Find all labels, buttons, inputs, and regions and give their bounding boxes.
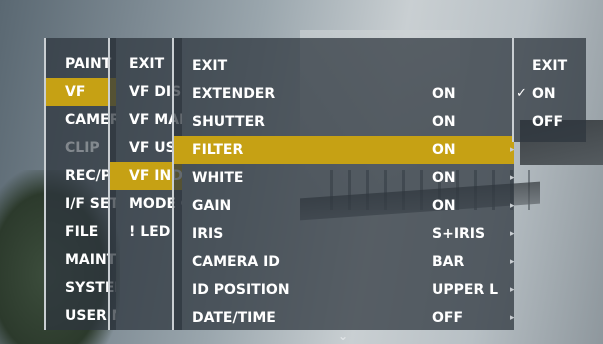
vf-submenu-panel: EXIT VF DISPLAY VF MARKER VF USER VF IND… <box>108 38 182 330</box>
indicator-label: FILTER <box>192 142 244 158</box>
main-menu-label: PAINT <box>65 56 112 72</box>
indicator-item-gain[interactable]: GAIN ON ▸ <box>174 192 514 220</box>
indicator-value: OFF <box>432 310 464 326</box>
main-menu-label: CLIP <box>65 140 100 156</box>
main-menu-item-file[interactable]: FILE <box>46 218 116 246</box>
indicator-label: EXTENDER <box>192 86 276 102</box>
indicator-item-id-position[interactable]: ID POSITION UPPER L ▸ <box>174 276 514 304</box>
indicator-item-extender[interactable]: EXTENDER ON <box>174 80 514 108</box>
submenu-arrow-icon: ▸ <box>510 220 514 248</box>
indicator-item-iris[interactable]: IRIS S+IRIS ▸ <box>174 220 514 248</box>
filter-options-panel: EXIT ✓ ON OFF <box>512 38 586 142</box>
indicator-label: CAMERA ID <box>192 254 280 270</box>
main-menu-item-system[interactable]: SYSTEM <box>46 274 116 302</box>
indicator-item-date-time[interactable]: DATE/TIME OFF ▸ <box>174 304 514 330</box>
check-icon: ✓ <box>516 86 527 101</box>
indicator-value: ON <box>432 198 456 214</box>
option-off[interactable]: OFF <box>514 108 586 136</box>
vf-submenu-label: EXIT <box>129 56 165 72</box>
indicator-item-exit[interactable]: EXIT <box>174 52 514 80</box>
indicator-item-filter[interactable]: FILTER ON ▸ <box>174 136 514 164</box>
main-menu-item-maintenance[interactable]: MAINTENANCE <box>46 246 116 274</box>
indicator-value: ON <box>432 170 456 186</box>
vf-submenu-label: ! LED <box>129 224 171 240</box>
main-menu-item-paint[interactable]: PAINT <box>46 50 116 78</box>
indicator-value: UPPER L <box>432 282 499 298</box>
indicator-item-white[interactable]: WHITE ON ▸ <box>174 164 514 192</box>
main-menu-item-clip: CLIP <box>46 134 116 162</box>
indicator-label: ID POSITION <box>192 282 290 298</box>
indicator-label: DATE/TIME <box>192 310 276 326</box>
submenu-arrow-icon: ▸ <box>510 192 514 220</box>
indicator-item-shutter[interactable]: SHUTTER ON <box>174 108 514 136</box>
submenu-arrow-icon: ▸ <box>510 304 514 330</box>
option-label: ON <box>532 86 556 102</box>
option-label: OFF <box>532 114 564 130</box>
indicator-label: EXIT <box>192 58 228 74</box>
submenu-arrow-icon: ▸ <box>510 164 514 192</box>
indicator-value: ON <box>432 142 456 158</box>
main-menu-label: VF <box>65 84 86 100</box>
main-menu-item-user-menu-sel[interactable]: USER MENU SEL <box>46 302 116 330</box>
scroll-down-icon[interactable]: ⌄ <box>338 330 348 342</box>
indicator-label: IRIS <box>192 226 224 242</box>
indicator-value: ON <box>432 114 456 130</box>
main-menu-item-camera[interactable]: CAMERA <box>46 106 116 134</box>
indicator-value: BAR <box>432 254 465 270</box>
main-menu-panel: PAINT VF CAMERA CLIP REC/PLAY I/F SETUP … <box>44 38 116 330</box>
indicator-label: SHUTTER <box>192 114 265 130</box>
main-menu-label: FILE <box>65 224 99 240</box>
submenu-arrow-icon: ▸ <box>510 248 514 276</box>
option-label: EXIT <box>532 58 568 74</box>
indicator-label: WHITE <box>192 170 244 186</box>
option-exit[interactable]: EXIT <box>514 52 586 80</box>
submenu-arrow-icon: ▸ <box>510 276 514 304</box>
main-menu-item-if-setup[interactable]: I/F SETUP <box>46 190 116 218</box>
indicator-value: S+IRIS <box>432 226 486 242</box>
indicator-item-camera-id[interactable]: CAMERA ID BAR ▸ <box>174 248 514 276</box>
main-menu-item-rec-play[interactable]: REC/PLAY <box>46 162 116 190</box>
option-on[interactable]: ✓ ON <box>514 80 586 108</box>
indicator-value: ON <box>432 86 456 102</box>
main-menu-item-vf[interactable]: VF <box>46 78 116 106</box>
indicator-label: GAIN <box>192 198 232 214</box>
vf-indicator-panel: EXIT EXTENDER ON SHUTTER ON FILTER ON ▸ … <box>172 38 514 330</box>
